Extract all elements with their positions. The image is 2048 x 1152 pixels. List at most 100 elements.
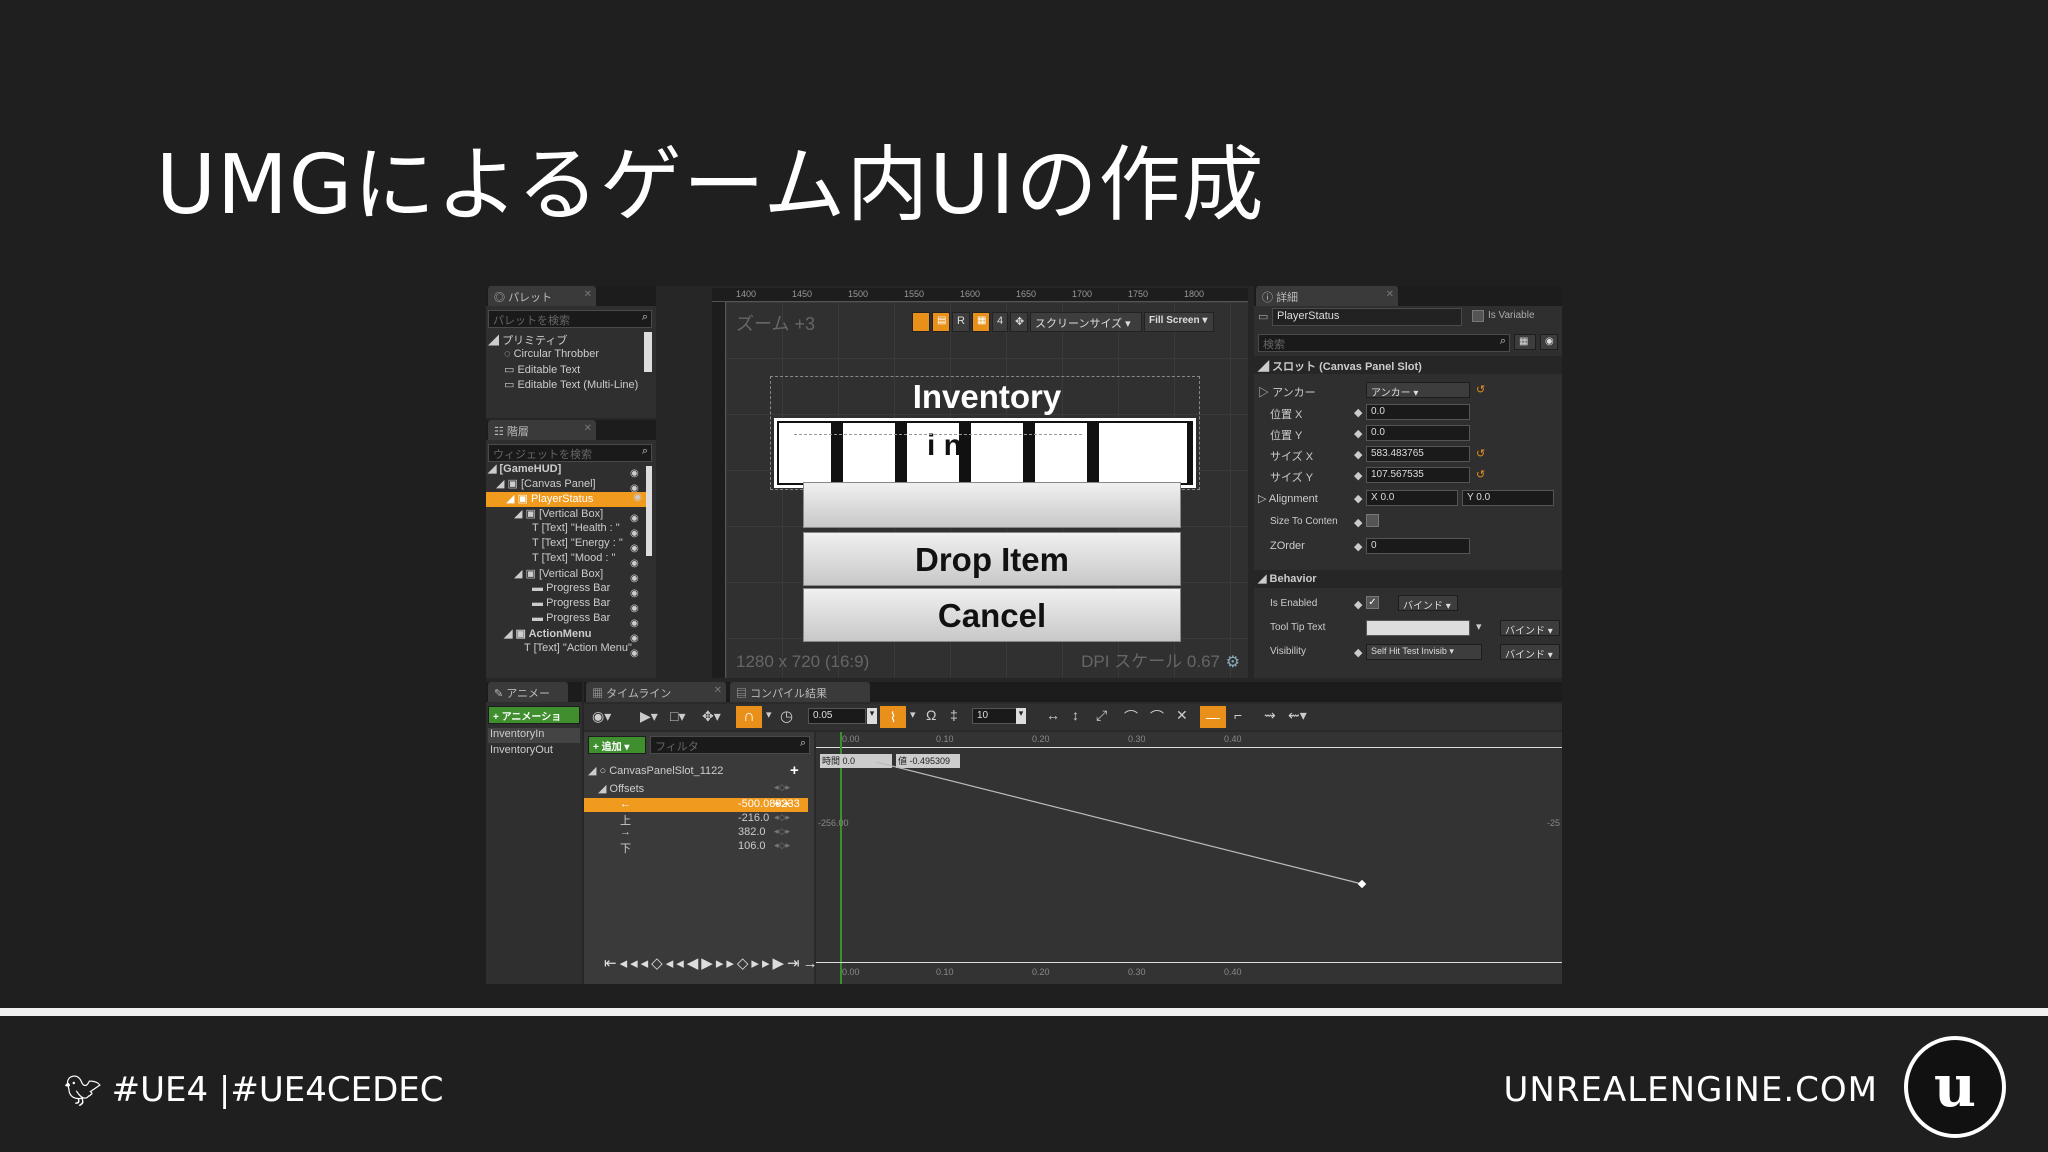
- r-button[interactable]: R: [952, 312, 970, 332]
- designer-canvas[interactable]: 1400 1450 1500 1550 1600 1650 1700 1750 …: [712, 288, 1248, 678]
- grid-toggle[interactable]: ▦: [972, 312, 990, 332]
- tab-timeline[interactable]: ▦ タイムライン ✕: [586, 682, 726, 702]
- key-nav-icon[interactable]: ◂◇▸: [774, 812, 790, 823]
- scrollbar[interactable]: [646, 466, 652, 556]
- keyframe-icon[interactable]: ◆: [1354, 540, 1362, 553]
- move-icon[interactable]: ✥: [1010, 312, 1028, 332]
- keyframe-icon[interactable]: ◆: [1354, 427, 1362, 440]
- key-nav-icon[interactable]: ◂◇▸: [774, 826, 790, 837]
- key-nav-icon[interactable]: ◂◇▸: [774, 782, 790, 793]
- tree-item[interactable]: T [Text] "Health : ": [532, 522, 620, 537]
- palette-search-input[interactable]: パレットを検索 ⌕: [488, 310, 652, 328]
- chevron-down-icon[interactable]: ▾: [910, 708, 916, 721]
- palette-item[interactable]: ▭ Editable Text (Multi-Line): [504, 378, 638, 393]
- reset-icon[interactable]: ↺: [1476, 383, 1485, 396]
- tree-item[interactable]: ◢ ▣ ActionMenu: [504, 627, 592, 642]
- chevron-down-icon[interactable]: ▾: [867, 708, 877, 724]
- close-icon[interactable]: ✕: [1386, 289, 1394, 300]
- add-track-button[interactable]: + 追加 ▾: [588, 736, 646, 754]
- close-icon[interactable]: ✕: [584, 289, 592, 300]
- grid-size-button[interactable]: 4: [992, 312, 1008, 332]
- size-y-field[interactable]: 107.567535: [1366, 467, 1470, 483]
- visibility-eye-icon[interactable]: ◉ ◉ ◉ ◉ ◉ ◉ ◉ ◉ ◉ ◉ ◉ ◉: [630, 466, 642, 661]
- fit-vertical-icon[interactable]: ↕: [1072, 707, 1079, 723]
- offset-row[interactable]: 上 -216.0 ◂◇▸: [584, 812, 808, 827]
- blank-menu-button[interactable]: [803, 482, 1181, 528]
- tree-item-selected[interactable]: ◢ ▣ PlayerStatus ◉: [486, 492, 646, 507]
- key-nav-icon[interactable]: ◂◇▸: [774, 798, 790, 809]
- key-nav-icon[interactable]: ◂◇▸: [774, 840, 790, 851]
- curve-icon[interactable]: ⤢: [1096, 707, 1107, 724]
- break-icon[interactable]: ✕: [1176, 707, 1188, 724]
- animation-item[interactable]: InventoryIn: [488, 728, 580, 743]
- keyframe-icon[interactable]: ◆: [1354, 406, 1362, 419]
- add-icon[interactable]: +: [790, 762, 799, 779]
- tab-compile-results[interactable]: ▤ コンパイル結果: [730, 682, 870, 702]
- screen-size-dropdown[interactable]: スクリーンサイズ ▾: [1030, 312, 1142, 332]
- tree-item[interactable]: ▬ Progress Bar: [532, 582, 610, 597]
- selection-icon[interactable]: □▾: [670, 708, 685, 725]
- magnet-snap-icon[interactable]: ∩: [736, 706, 762, 728]
- tree-item[interactable]: ◢ ▣ [Vertical Box]: [514, 567, 603, 582]
- tangent-icon[interactable]: ⌒: [1150, 707, 1164, 727]
- widget-outline-toggle[interactable]: [912, 312, 930, 332]
- close-icon[interactable]: ✕: [714, 685, 722, 696]
- tab-animations[interactable]: ✎ アニメー: [488, 682, 568, 702]
- keyframe-icon[interactable]: ◆: [1354, 492, 1362, 505]
- curve-snap-icon[interactable]: ⌇: [880, 706, 906, 728]
- tree-item[interactable]: ▬ Progress Bar: [532, 612, 610, 627]
- reset-icon[interactable]: ↺: [1476, 468, 1485, 481]
- keyframe-icon[interactable]: ◆: [1354, 516, 1362, 529]
- bind-dropdown[interactable]: バインド ▾: [1500, 620, 1560, 637]
- tree-item[interactable]: T [Text] "Energy : ": [532, 537, 623, 552]
- palette-item[interactable]: ◌ Circular Throbber: [504, 348, 599, 363]
- is-variable-checkbox[interactable]: [1472, 310, 1484, 322]
- keyframe-icon[interactable]: ◆: [1354, 469, 1362, 482]
- cancel-button[interactable]: Cancel: [803, 588, 1181, 642]
- is-enabled-checkbox[interactable]: ✓: [1366, 596, 1379, 609]
- size-to-content-checkbox[interactable]: [1366, 514, 1379, 527]
- hierarchy-search-input[interactable]: ウィジェットを検索 ⌕: [488, 444, 652, 462]
- alignment-x-field[interactable]: X 0.0: [1366, 490, 1458, 506]
- gear-icon[interactable]: ⚙: [1226, 652, 1240, 672]
- palette-category[interactable]: ◢ プリミティブ: [488, 332, 567, 347]
- straighten-icon[interactable]: ⌐: [1234, 707, 1242, 723]
- close-icon[interactable]: ✕: [584, 423, 592, 434]
- eye-icon[interactable]: ◉▾: [592, 708, 611, 725]
- tree-item[interactable]: ◢ ▣ [Vertical Box]: [514, 507, 603, 522]
- play-icon[interactable]: ▶▾: [640, 708, 658, 725]
- fit-horizontal-icon[interactable]: ↔: [1046, 707, 1060, 723]
- align-icon[interactable]: ‡: [950, 707, 958, 723]
- fill-screen-dropdown[interactable]: Fill Screen ▾: [1144, 312, 1214, 332]
- widget-name-input[interactable]: PlayerStatus: [1272, 308, 1462, 326]
- layout-toggle[interactable]: ▤: [932, 312, 950, 332]
- add-animation-button[interactable]: + アニメーショ: [488, 706, 580, 724]
- offset-row[interactable]: 下 106.0 ◂◇▸: [584, 840, 808, 855]
- offset-row[interactable]: → 382.0 ◂◇▸: [584, 826, 808, 841]
- visibility-dropdown[interactable]: Self Hit Test Invisib ▾: [1366, 644, 1482, 660]
- animation-item[interactable]: InventoryOut: [488, 744, 553, 759]
- tangent-icon[interactable]: ⌒: [1124, 707, 1138, 727]
- size-x-field[interactable]: 583.483765: [1366, 446, 1470, 462]
- eye-icon[interactable]: ◉: [1540, 334, 1558, 350]
- anchor-dropdown[interactable]: アンカー ▾: [1366, 382, 1470, 399]
- key-icon[interactable]: [1357, 879, 1367, 889]
- chevron-down-icon[interactable]: ▾: [1016, 708, 1026, 724]
- palette-item[interactable]: ▭ Editable Text: [504, 363, 580, 378]
- curve-graph[interactable]: 0.00 0.10 0.20 0.30 0.40 時間 0.0 値 -0.495…: [816, 732, 1562, 984]
- playback-controls[interactable]: ⇤◂◂◂◇◂◂◀▶▸▸◇▸▸▶⇥→: [604, 954, 821, 972]
- tab-palette[interactable]: ◎ パレット ✕: [488, 286, 596, 306]
- transform-icon[interactable]: ✥▾: [702, 708, 721, 725]
- tree-item[interactable]: T [Text] "Action Menu": [524, 642, 632, 657]
- details-search-input[interactable]: 検索 ⌕: [1258, 334, 1510, 352]
- pre-infinity-icon[interactable]: ⇝: [1264, 707, 1276, 724]
- chevron-down-icon[interactable]: ▾: [766, 708, 772, 721]
- pos-y-field[interactable]: 0.0: [1366, 425, 1470, 441]
- bind-dropdown[interactable]: バインド ▾: [1500, 644, 1560, 661]
- pos-x-field[interactable]: 0.0: [1366, 404, 1470, 420]
- tree-item[interactable]: T [Text] "Mood : ": [532, 552, 615, 567]
- scrollbar[interactable]: [644, 332, 652, 372]
- tree-item[interactable]: ▬ Progress Bar: [532, 597, 610, 612]
- flatten-icon[interactable]: —: [1200, 706, 1226, 728]
- alignment-y-field[interactable]: Y 0.0: [1462, 490, 1554, 506]
